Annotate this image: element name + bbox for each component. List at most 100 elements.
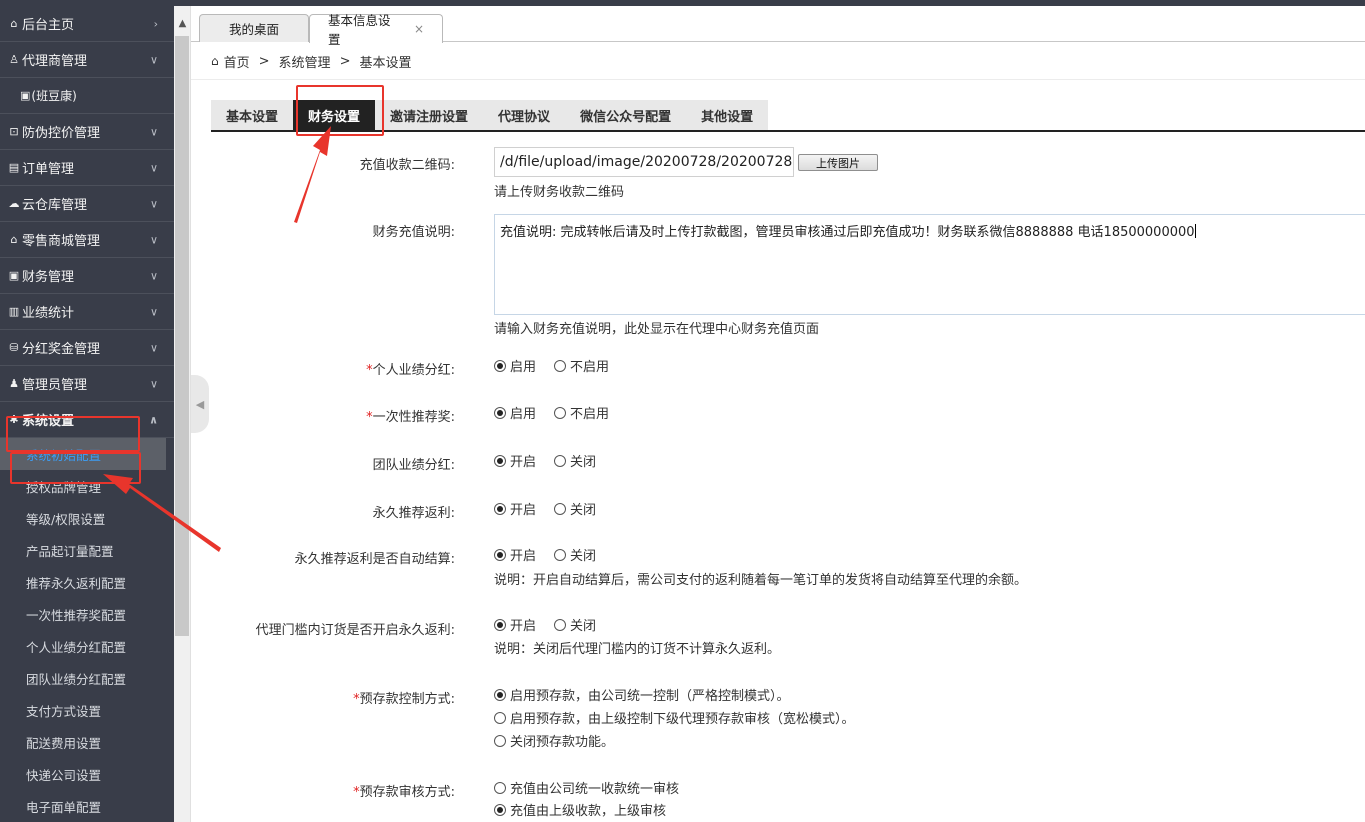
sidebar-item-bandoukang[interactable]: ▣ (班豆康) <box>0 78 174 114</box>
submenu-waybill[interactable]: 电子面单配置 <box>0 790 174 822</box>
desc-hint: 请输入财务充值说明，此处显示在代理中心财务充值页面 <box>494 322 820 337</box>
radio-on[interactable]: 开启 <box>494 451 536 470</box>
sidebar-item-label: 财务管理 <box>22 270 75 285</box>
sidebar-item-warehouse[interactable]: ☁ 云仓库管理 ∨ <box>0 186 174 222</box>
home-icon: ⌂ <box>211 54 219 68</box>
tab-wechat-config[interactable]: 微信公众号配置 <box>565 100 686 131</box>
radio-loose-mode[interactable]: 启用预存款，由上级控制下级代理预存款审核（宽松模式）。 <box>494 708 855 727</box>
submenu-personal-bonus[interactable]: 个人业绩分红配置 <box>0 630 174 662</box>
team-bonus-label: 团队业绩分红: <box>372 458 455 473</box>
radio-label: 开启 <box>510 503 537 518</box>
radio-unchecked-icon <box>494 734 506 747</box>
text-cursor <box>1194 224 1196 238</box>
auto-settle-radios: 开启 关闭 <box>494 545 614 564</box>
radio-label: 开启 <box>510 455 537 470</box>
submenu-level[interactable]: 等级/权限设置 <box>0 502 174 534</box>
radio-superior-audit[interactable]: 充值由上级收款，上级审核 <box>494 800 666 819</box>
sidebar-item-stats[interactable]: ▥ 业绩统计 ∨ <box>0 294 174 330</box>
tab-invite-register[interactable]: 邀请注册设置 <box>375 100 483 131</box>
threshold-rebate-radios: 开启 关闭 <box>494 615 614 634</box>
radio-unchecked-icon <box>554 502 567 515</box>
settings-tabs: 基本设置 财务设置 邀请注册设置 代理协议 微信公众号配置 其他设置 <box>211 100 769 131</box>
tab-basic[interactable]: 基本设置 <box>211 100 293 131</box>
finance-desc-text: 充值说明: 完成转帐后请及时上传打款截图，管理员审核通过后即充值成功！财务联系微… <box>500 225 1195 240</box>
sidebar-item-label: 云仓库管理 <box>22 198 88 213</box>
sidebar-item-anti-fake[interactable]: ⊡ 防伪控价管理 ∨ <box>0 114 174 150</box>
qrcode-path-input[interactable]: /d/file/upload/image/20200728/202007281 <box>494 147 794 177</box>
radio-on[interactable]: 开启 <box>494 615 536 634</box>
radio-off[interactable]: 关闭 <box>554 499 596 518</box>
prepay-control-radio-2: 启用预存款，由上级控制下级代理预存款审核（宽松模式）。 <box>494 708 873 727</box>
submenu-team-bonus[interactable]: 团队业绩分红配置 <box>0 662 174 694</box>
finance-desc-textarea[interactable]: 充值说明: 完成转帐后请及时上传打款截图，管理员审核通过后即充值成功！财务联系微… <box>494 214 1365 315</box>
submenu-onetime-reward[interactable]: 一次性推荐奖配置 <box>0 598 174 630</box>
radio-enable[interactable]: 启用 <box>494 356 536 375</box>
system-submenu: 系统初始配置 授权品牌管理 等级/权限设置 产品起订量配置 推荐永久返利配置 一… <box>0 438 174 822</box>
sidebar-item-orders[interactable]: ▤ 订单管理 ∨ <box>0 150 174 186</box>
scrollbar-thumb[interactable] <box>175 36 189 636</box>
id-card-icon: ▣ <box>20 89 31 102</box>
shop-icon: ⌂ <box>10 233 18 246</box>
chevron-left-icon: ◀ <box>195 397 205 411</box>
radio-disable[interactable]: 不启用 <box>554 356 609 375</box>
sidebar-item-finance[interactable]: ▣ 财务管理 ∨ <box>0 258 174 294</box>
radio-on[interactable]: 开启 <box>494 545 536 564</box>
radio-checked-icon <box>494 618 506 631</box>
submenu-courier[interactable]: 快递公司设置 <box>0 758 174 790</box>
submenu-shipping-fee[interactable]: 配送费用设置 <box>0 726 174 758</box>
submenu-payment[interactable]: 支付方式设置 <box>0 694 174 726</box>
chevron-down-icon: ∨ <box>149 197 158 210</box>
tab-basic-settings[interactable]: 基本信息设置 × <box>309 13 443 47</box>
radio-off[interactable]: 关闭 <box>554 451 596 470</box>
divider <box>191 79 1365 80</box>
sidebar-item-agents[interactable]: ♙ 代理商管理 ∨ <box>0 42 174 78</box>
breadcrumb-current: 基本设置 <box>359 55 412 71</box>
chevron-up-icon: ∧ <box>149 413 158 426</box>
sidebar-item-admins[interactable]: ♟ 管理员管理 ∨ <box>0 366 174 402</box>
field-label: 个人业绩分红: <box>372 363 455 378</box>
sidebar-item-bonus[interactable]: ⛁ 分红奖金管理 ∨ <box>0 330 174 366</box>
onetime-reward-radios: 启用 不启用 <box>494 403 627 422</box>
tab-label: 我的桌面 <box>228 22 279 37</box>
submenu-permanent-rebate[interactable]: 推荐永久返利配置 <box>0 566 174 598</box>
upload-image-button[interactable]: 上传图片 <box>798 154 878 171</box>
sidebar-item-label: 业绩统计 <box>22 306 75 321</box>
scroll-up-icon[interactable]: ▲ <box>174 18 191 34</box>
sidebar-scrollbar[interactable]: ▲ <box>174 6 191 822</box>
annotation-box-system-settings <box>6 416 140 452</box>
annotation-arrow-finance-tab <box>294 126 331 223</box>
radio-company-audit[interactable]: 充值由公司统一收款统一审核 <box>494 778 679 797</box>
auto-settle-hint: 说明：开启自动结算后，需公司支付的返利随着每一笔订单的发货将自动结算至代理的余额… <box>494 573 1028 588</box>
radio-disable-prepay[interactable]: 关闭预存款功能。 <box>494 731 614 750</box>
chevron-down-icon: ∨ <box>149 125 158 138</box>
personal-bonus-radios: 启用 不启用 <box>494 356 627 375</box>
sidebar-collapse-button[interactable]: ◀ <box>191 375 209 433</box>
radio-label: 关闭 <box>570 503 597 518</box>
sidebar-item-label: 后台主页 <box>22 18 75 33</box>
radio-off[interactable]: 关闭 <box>554 615 596 634</box>
close-icon[interactable]: × <box>414 22 424 36</box>
radio-enable[interactable]: 启用 <box>494 403 536 422</box>
tab-other[interactable]: 其他设置 <box>686 100 768 131</box>
radio-on[interactable]: 开启 <box>494 499 536 518</box>
field-label: 一次性推荐奖: <box>372 410 455 425</box>
tab-my-desk[interactable]: 我的桌面 <box>199 14 309 42</box>
annotation-box-finance-tab <box>296 85 384 136</box>
submenu-min-order[interactable]: 产品起订量配置 <box>0 534 174 566</box>
finance-icon: ▣ <box>8 269 20 282</box>
sidebar-item-label: 代理商管理 <box>22 54 88 69</box>
breadcrumb-system[interactable]: 系统管理 <box>279 52 331 71</box>
radio-disable[interactable]: 不启用 <box>554 403 609 422</box>
tab-agent-agreement[interactable]: 代理协议 <box>483 100 565 131</box>
breadcrumb-home[interactable]: 首页 <box>224 52 250 71</box>
sidebar: ⌂ 后台主页 › ♙ 代理商管理 ∨ ▣ (班豆康) ⊡ 防伪控价管理 ∨ ▤ … <box>0 6 174 822</box>
desc-label: 财务充值说明: <box>372 225 455 240</box>
sidebar-item-home[interactable]: ⌂ 后台主页 › <box>0 6 174 42</box>
file-icon: ▤ <box>8 161 20 174</box>
radio-strict-mode[interactable]: 启用预存款，由公司统一控制（严格控制模式）。 <box>494 685 790 704</box>
tab-bar: 我的桌面 基本信息设置 × <box>191 6 1365 47</box>
sidebar-item-retail[interactable]: ⌂ 零售商城管理 ∨ <box>0 222 174 258</box>
radio-checked-icon <box>494 502 506 515</box>
qrcode-hint: 请上传财务收款二维码 <box>494 185 625 200</box>
radio-off[interactable]: 关闭 <box>554 545 596 564</box>
